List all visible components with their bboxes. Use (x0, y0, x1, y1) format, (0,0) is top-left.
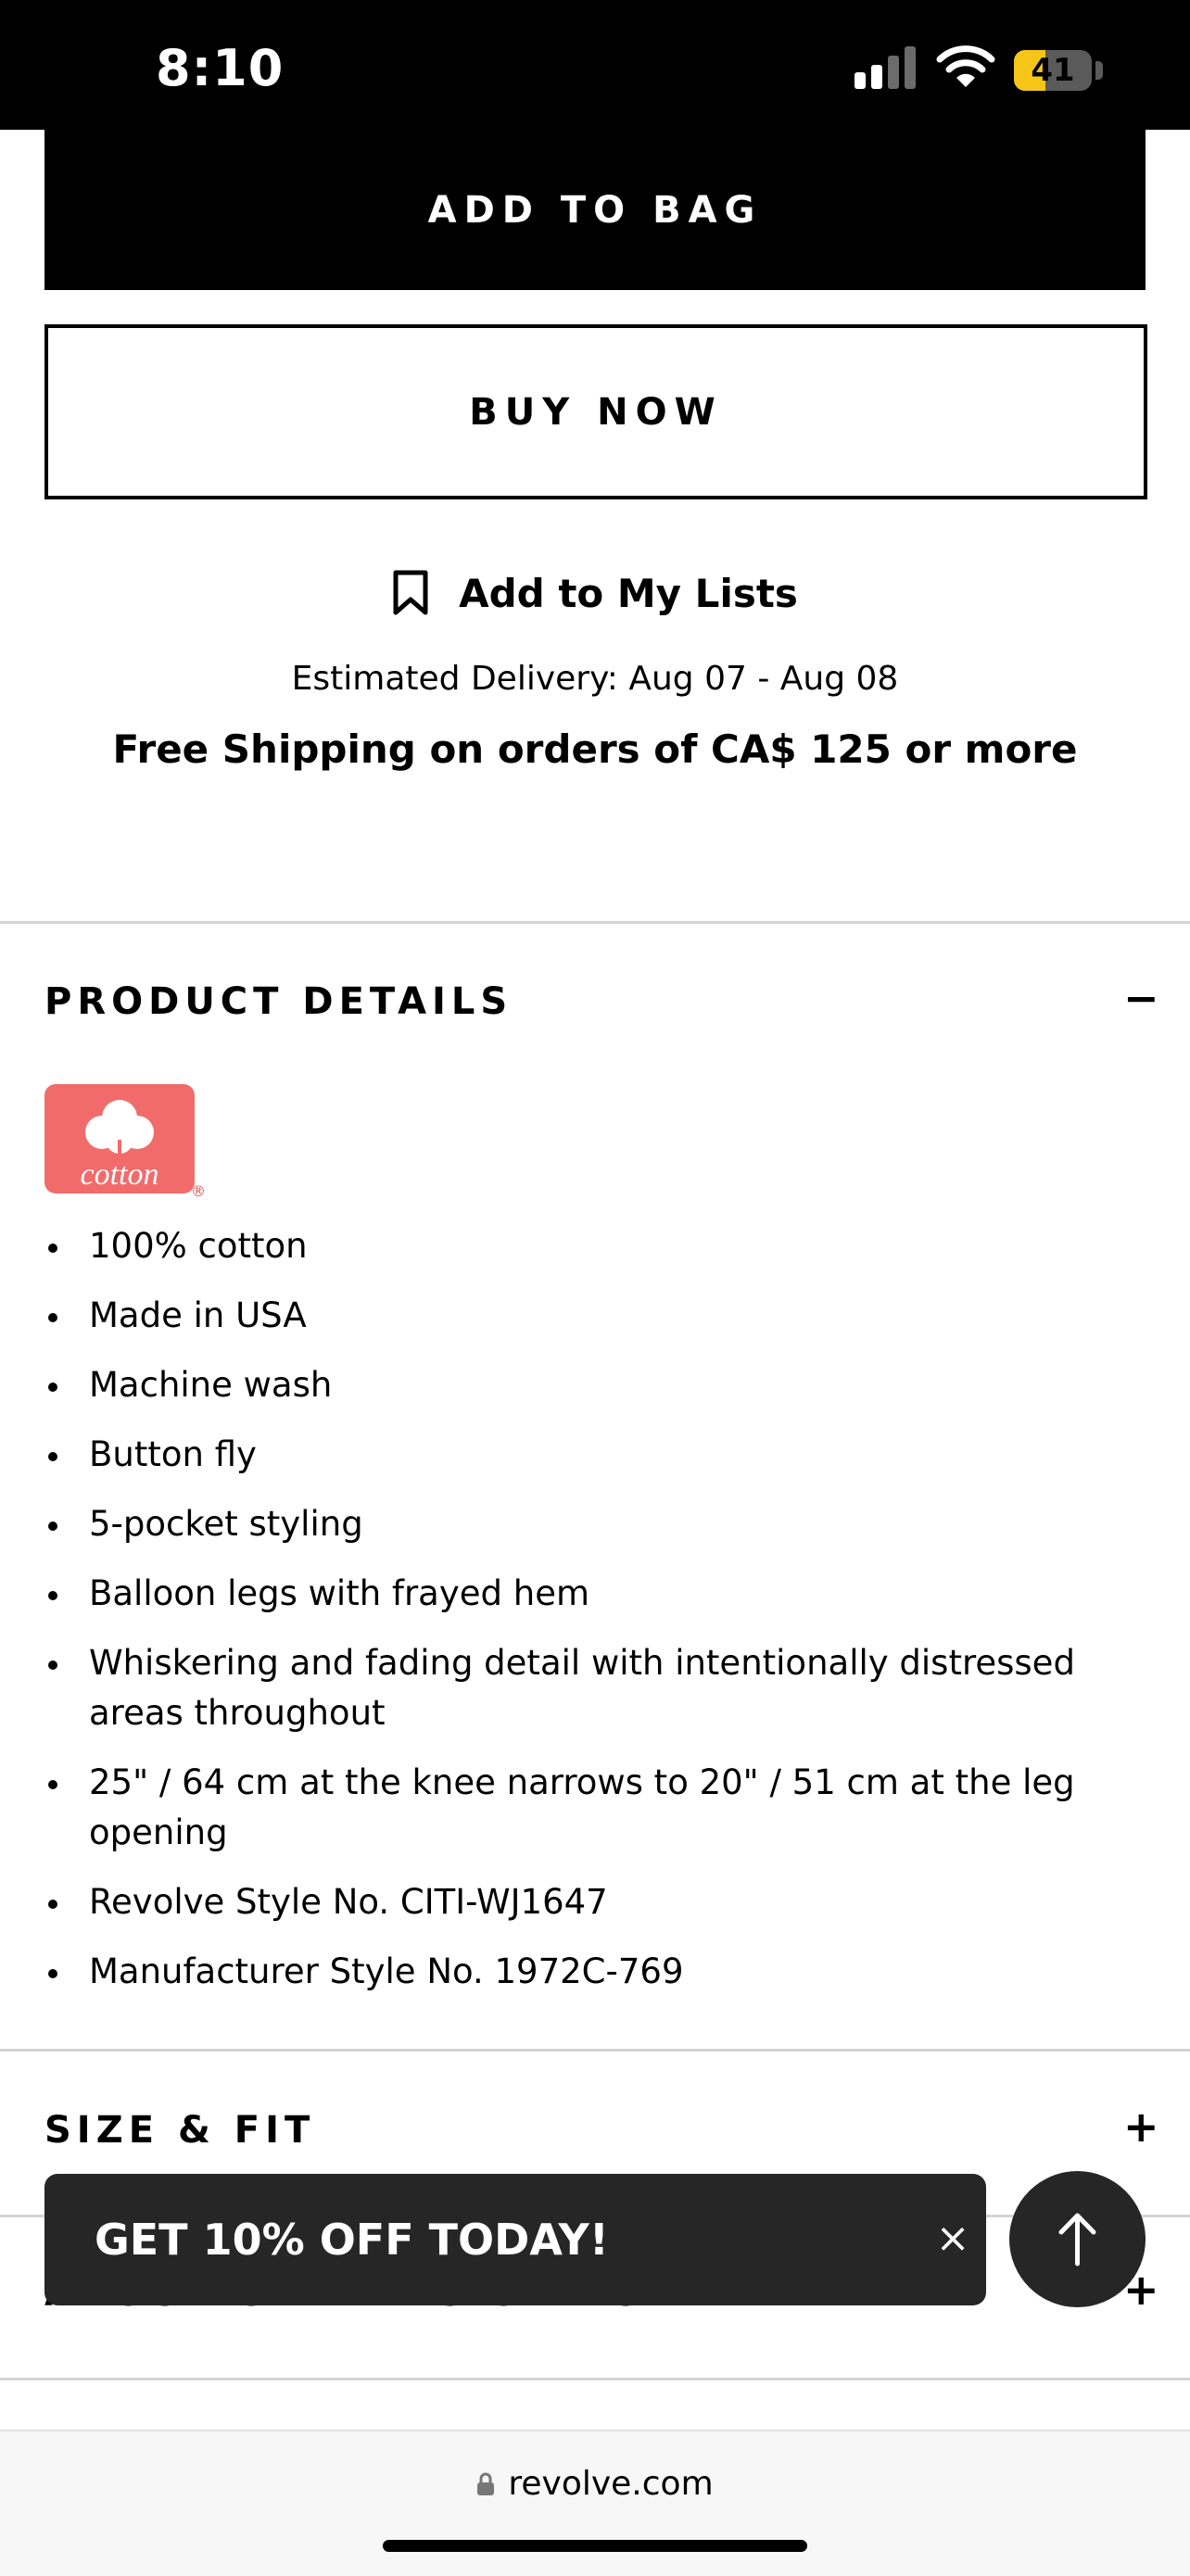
detail-item: Button fly (44, 1430, 1157, 1480)
status-time: 8:10 (156, 39, 285, 97)
product-details-list: 100% cotton Made in USA Machine wash Button… (44, 1221, 1157, 2016)
detail-item: Machine wash (44, 1360, 1157, 1410)
url-bar[interactable]: revolve.com (0, 2465, 1190, 2503)
bookmark-icon (393, 570, 428, 615)
divider (0, 2378, 1190, 2380)
detail-item: Whiskering and fading detail with intent… (44, 1638, 1157, 1738)
promo-text: GET 10% OFF TODAY! (95, 2215, 609, 2265)
lock-icon (477, 2472, 495, 2495)
add-to-lists-label: Add to My Lists (459, 570, 798, 616)
add-to-lists-link[interactable]: Add to My Lists (0, 561, 1190, 625)
detail-item: Balloon legs with frayed hem (44, 1569, 1157, 1619)
battery-nub (1095, 61, 1103, 80)
browser-bar (0, 2430, 1190, 2576)
detail-item: 100% cotton (44, 1221, 1157, 1271)
battery-icon: 41 (1014, 50, 1092, 91)
wifi-icon (936, 45, 995, 87)
divider (0, 921, 1190, 924)
cotton-logo: cotton (44, 1084, 195, 1193)
detail-item: Made in USA (44, 1291, 1157, 1341)
expand-icon[interactable]: + (1123, 2102, 1159, 2152)
free-shipping-notice: Free Shipping on orders of CA$ 125 or mo… (112, 726, 1078, 772)
scroll-to-top-button[interactable] (1009, 2171, 1146, 2307)
cotton-logo-text: cotton (81, 1157, 159, 1192)
cotton-flower-icon: cotton (81, 1100, 159, 1192)
signal-icon (855, 46, 919, 89)
status-bar: 8:10 41 (0, 0, 1190, 130)
detail-item: 25" / 64 cm at the knee narrows to 20" /… (44, 1758, 1157, 1858)
size-fit-title: SIZE & FIT (44, 2109, 316, 2152)
add-to-bag-button[interactable]: ADD TO BAG (44, 130, 1146, 290)
registered-mark: ® (191, 1182, 206, 1200)
arrow-up-icon (1058, 2213, 1096, 2267)
promo-banner[interactable]: GET 10% OFF TODAY! × (44, 2174, 986, 2305)
close-icon[interactable]: × (925, 2211, 981, 2267)
battery-level: 41 (1031, 52, 1075, 89)
product-details-title: PRODUCT DETAILS (44, 980, 513, 1023)
detail-item: 5-pocket styling (44, 1499, 1157, 1549)
estimated-delivery: Estimated Delivery: Aug 07 - Aug 08 (291, 660, 899, 698)
detail-item: Manufacturer Style No. 1972C-769 (44, 1947, 1157, 1997)
buy-now-button[interactable]: BUY NOW (44, 324, 1147, 499)
divider (0, 2049, 1190, 2052)
url-text: revolve.com (508, 2465, 714, 2503)
home-indicator[interactable] (383, 2540, 807, 2552)
detail-item: Revolve Style No. CITI-WJ1647 (44, 1877, 1157, 1927)
collapse-icon[interactable]: − (1123, 973, 1159, 1023)
